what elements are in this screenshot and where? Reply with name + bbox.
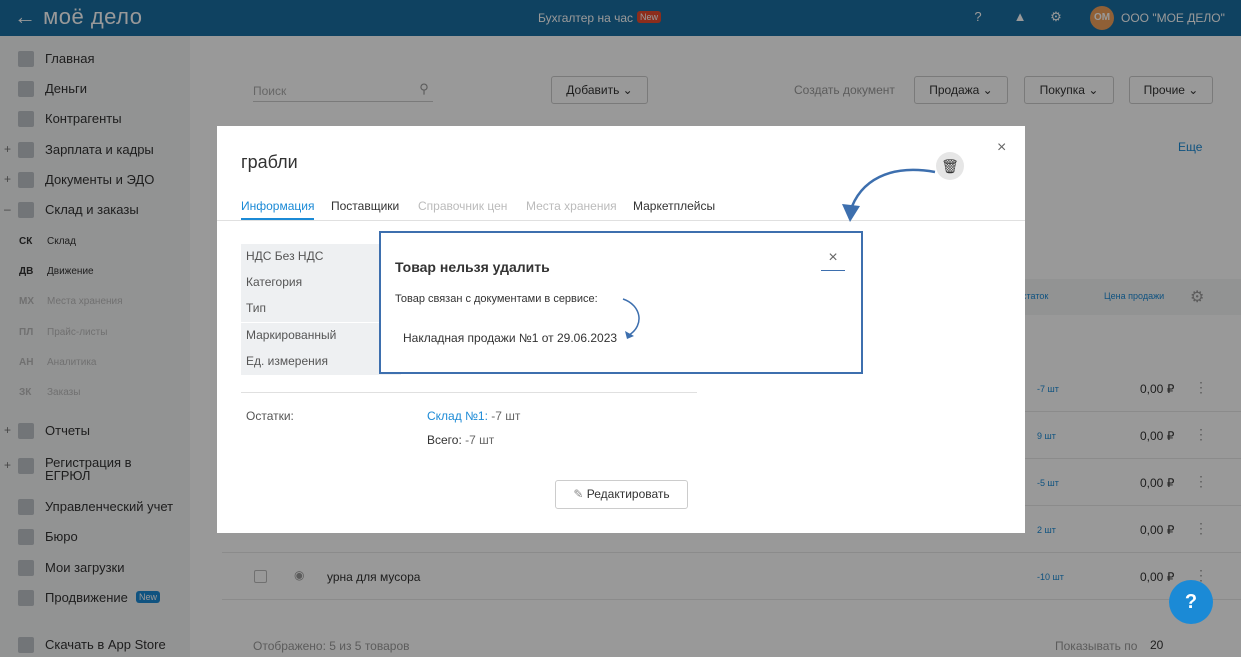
close-icon[interactable]: × [821, 249, 845, 271]
linked-document[interactable]: Накладная продажи №1 от 29.06.2023 [403, 331, 617, 345]
popup-message: Товар связан с документами в сервисе: [395, 293, 598, 305]
popup-title: Товар нельзя удалить [395, 259, 550, 275]
help-button[interactable]: ? [1169, 580, 1213, 624]
cannot-delete-popup: Товар нельзя удалить × Товар связан с до… [379, 231, 863, 374]
annotation-arrow [622, 298, 640, 339]
